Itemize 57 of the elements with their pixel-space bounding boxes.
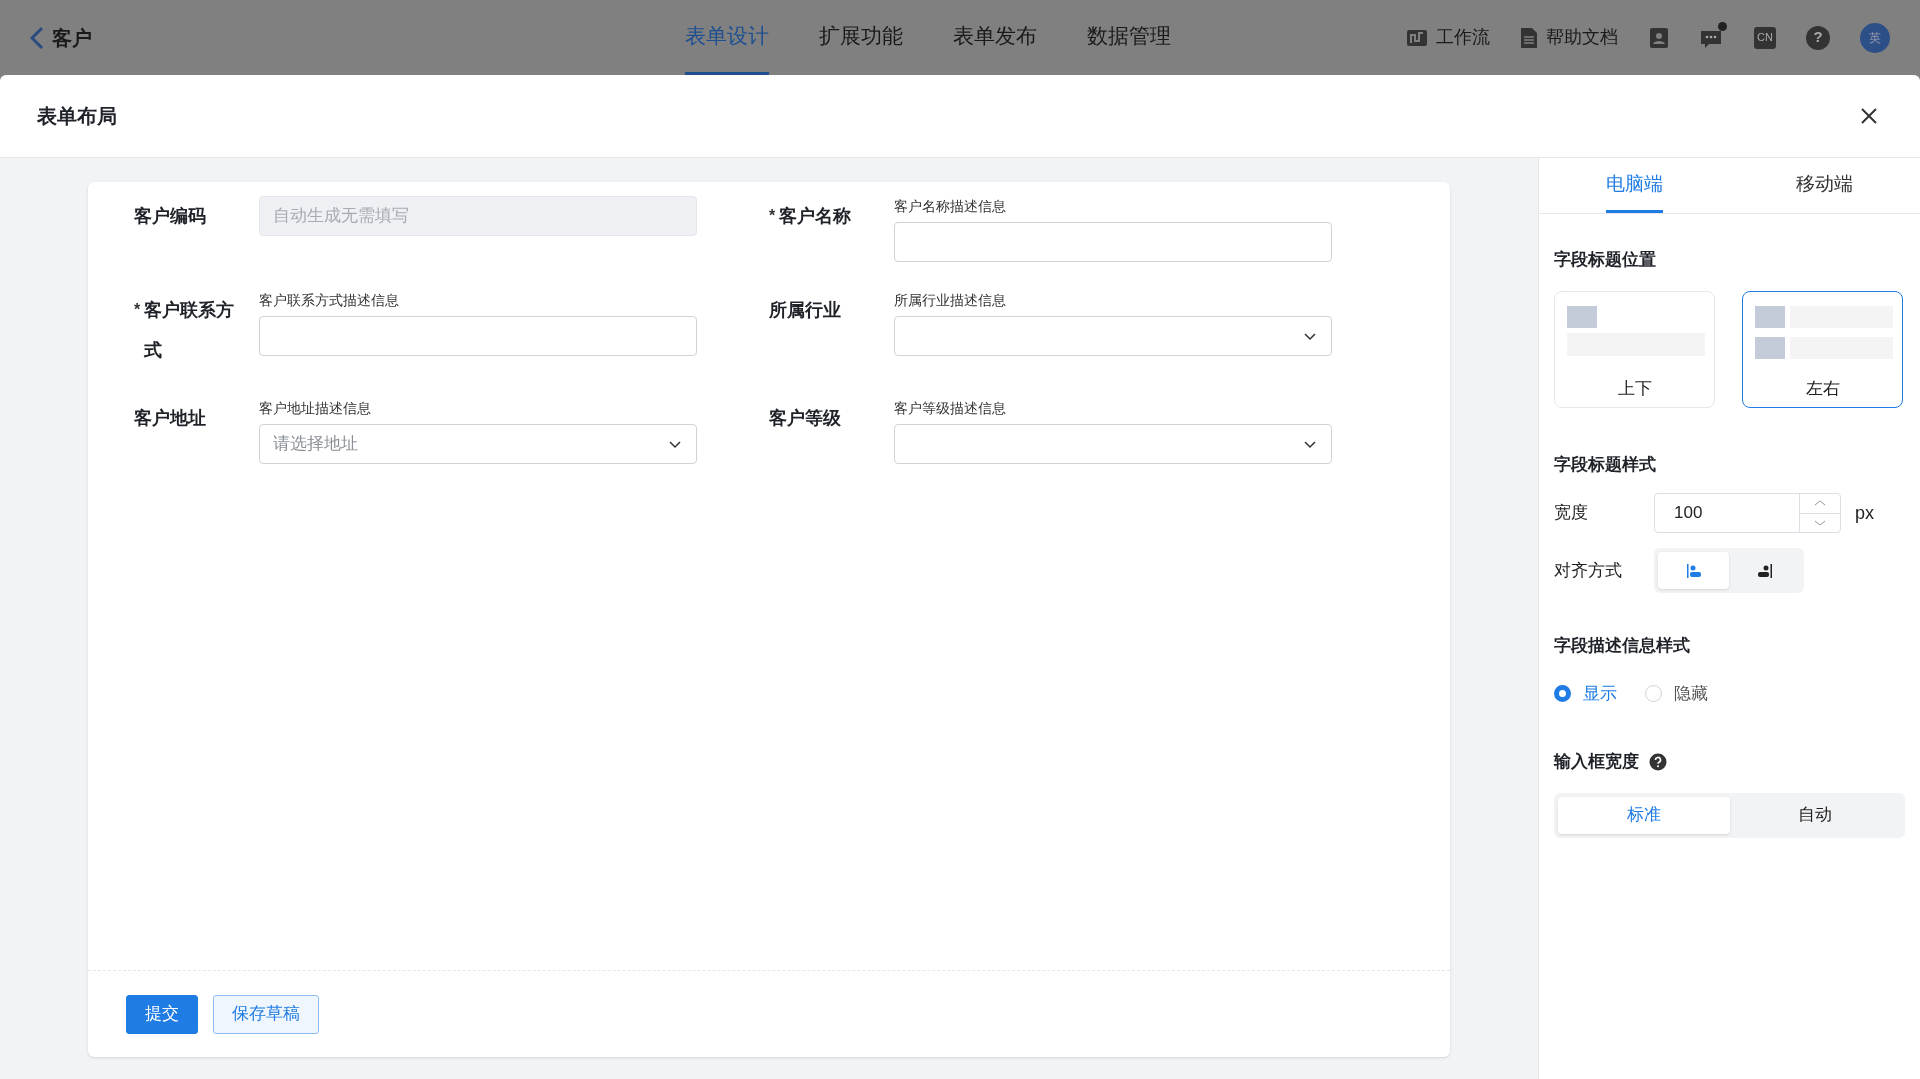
section-heading: 字段标题样式 bbox=[1554, 453, 1657, 476]
section-heading: 字段描述信息样式 bbox=[1554, 635, 1691, 657]
chevron-up-icon bbox=[1814, 499, 1826, 508]
align-right-icon bbox=[1756, 562, 1773, 579]
settings-tab[interactable]: 电脑端 bbox=[1605, 158, 1663, 213]
select-field[interactable] bbox=[894, 316, 1332, 356]
field-description: 客户等级描述信息 bbox=[894, 399, 1007, 418]
required-asterisk: * bbox=[134, 300, 141, 320]
settings-tab[interactable]: 移动端 bbox=[1796, 158, 1854, 213]
input-field[interactable] bbox=[259, 316, 697, 356]
select-field[interactable]: 请选择地址 bbox=[259, 424, 697, 464]
field-description: 客户名称描述信息 bbox=[894, 197, 1007, 216]
radio-option[interactable]: 隐藏 bbox=[1645, 680, 1708, 706]
number-input[interactable]: 100 bbox=[1654, 493, 1841, 533]
field-label: 所属行业 bbox=[769, 299, 841, 322]
segment-option[interactable]: 自动 bbox=[1729, 796, 1901, 834]
avatar[interactable]: 英 bbox=[1860, 22, 1890, 53]
input-field[interactable] bbox=[894, 222, 1332, 262]
segment-option[interactable]: 标准 bbox=[1558, 796, 1730, 834]
submit-button[interactable]: 提交 bbox=[126, 994, 198, 1034]
chevron-down-icon bbox=[1814, 518, 1826, 527]
field-label: 客户地址 bbox=[134, 407, 206, 430]
unit-label: px bbox=[1855, 501, 1874, 525]
nav-tab[interactable]: 扩展功能 bbox=[819, 0, 903, 75]
help-button[interactable]: ? bbox=[1806, 25, 1830, 50]
chevron-left-icon bbox=[30, 25, 44, 50]
field-label: 客户等级 bbox=[769, 407, 841, 430]
field-label: 宽度 bbox=[1554, 502, 1589, 525]
field-label: 对齐方式 bbox=[1554, 559, 1623, 582]
section-heading: 输入框宽度 bbox=[1554, 751, 1639, 773]
field-label: 客户名称 bbox=[779, 205, 852, 228]
close-icon bbox=[1859, 106, 1879, 126]
contacts-icon[interactable] bbox=[1648, 26, 1670, 49]
nav-tab[interactable]: 数据管理 bbox=[1087, 0, 1171, 75]
field-label: 客户联系方式 bbox=[144, 299, 236, 362]
field-description: 客户联系方式描述信息 bbox=[259, 291, 400, 310]
document-icon bbox=[1520, 26, 1538, 49]
help-docs-button[interactable]: 帮助文档 bbox=[1520, 24, 1618, 51]
help-icon bbox=[1649, 752, 1667, 771]
save-draft-button[interactable]: 保存草稿 bbox=[213, 994, 319, 1034]
back-button[interactable]: 客户 bbox=[30, 22, 390, 53]
chat-icon[interactable] bbox=[1700, 25, 1724, 50]
radio-option[interactable]: 显示 bbox=[1554, 680, 1617, 706]
language-button[interactable]: CN bbox=[1754, 26, 1776, 49]
field-description: 所属行业描述信息 bbox=[894, 291, 1007, 310]
field-label: 客户编码 bbox=[134, 205, 206, 228]
section-heading: 字段标题位置 bbox=[1554, 249, 1657, 271]
nav-tab[interactable]: 表单发布 bbox=[953, 0, 1037, 75]
required-asterisk: * bbox=[769, 206, 776, 226]
layout-option[interactable]: 左右 bbox=[1742, 290, 1903, 408]
field-description: 客户地址描述信息 bbox=[259, 399, 372, 418]
align-left-icon bbox=[1685, 562, 1702, 579]
select-field[interactable] bbox=[894, 424, 1332, 464]
workflow-button[interactable]: 工作流 bbox=[1406, 24, 1490, 51]
dialog-title: 表单布局 bbox=[37, 104, 117, 129]
layout-option[interactable]: 上下 bbox=[1554, 290, 1715, 408]
align-left-button[interactable] bbox=[1658, 552, 1729, 589]
